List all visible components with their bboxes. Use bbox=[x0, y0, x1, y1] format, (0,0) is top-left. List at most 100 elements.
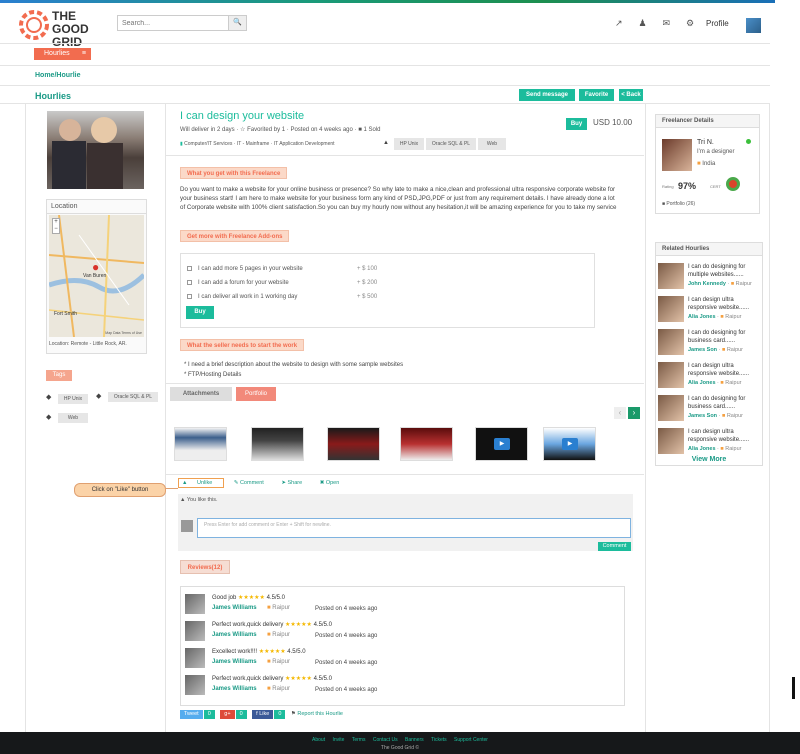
comment-button[interactable]: ✎ Comment bbox=[234, 480, 272, 486]
footer-link-support[interactable]: Support Center bbox=[454, 737, 488, 743]
share-button[interactable]: ➤ Share bbox=[281, 480, 310, 486]
addon-checkbox[interactable] bbox=[187, 294, 192, 299]
related-item-title[interactable]: I can do designing for multiple websites… bbox=[688, 263, 762, 279]
rating-label: Rating bbox=[662, 184, 674, 189]
tab-attachments[interactable]: Attachments bbox=[170, 387, 232, 401]
related-author-name[interactable]: Alia Jones bbox=[688, 314, 716, 320]
tag-item[interactable]: Web bbox=[58, 413, 88, 423]
skill-tab[interactable]: HP Unix bbox=[394, 138, 424, 150]
reviewer-name[interactable]: James Williams bbox=[212, 632, 257, 638]
freelancer-name[interactable]: Tri N. bbox=[697, 139, 714, 146]
portfolio-link[interactable]: ■ Portfolio (26) bbox=[662, 201, 695, 207]
footer-link-banners[interactable]: Banners bbox=[405, 737, 424, 743]
flag-icon: ■ bbox=[267, 686, 271, 692]
review-title: Perfect work,quick delivery bbox=[212, 676, 284, 682]
skill-tab[interactable]: Oracle SQL & PL bbox=[426, 138, 476, 150]
open-label: Open bbox=[325, 480, 340, 486]
addon-item[interactable]: I can deliver all work in 1 working day +… bbox=[187, 294, 377, 300]
tweet-button[interactable]: Tweet bbox=[180, 710, 203, 719]
send-message-button[interactable]: Send message bbox=[519, 89, 575, 101]
review-header: Perfect work,quick delivery ★★★★★ 4.5/5.… bbox=[212, 621, 332, 628]
related-item[interactable]: I can do designing for business card....… bbox=[658, 394, 762, 425]
portfolio-video-thumbnail[interactable]: ▶ bbox=[543, 427, 596, 461]
open-button[interactable]: ✖ Open bbox=[320, 480, 348, 486]
related-author-name[interactable]: James Son bbox=[688, 413, 717, 419]
profile-link[interactable]: Profile bbox=[706, 19, 729, 28]
footer-link-terms[interactable]: Terms bbox=[352, 737, 366, 743]
search-icon[interactable]: 🔍 bbox=[228, 16, 246, 30]
addon-checkbox[interactable] bbox=[187, 266, 192, 271]
subcategory2-link[interactable]: IT Application Development bbox=[274, 141, 335, 147]
mail-icon[interactable]: ✉ bbox=[663, 18, 671, 29]
related-item[interactable]: I can design ultra responsive website...… bbox=[658, 427, 762, 458]
portfolio-thumbnail[interactable] bbox=[174, 427, 227, 461]
external-link-icon[interactable]: ↗ bbox=[615, 18, 623, 29]
portfolio-thumbnail[interactable] bbox=[327, 427, 380, 461]
scrollbar-thumb[interactable] bbox=[792, 677, 795, 699]
related-location: · ■ Raipur bbox=[718, 413, 744, 419]
buy-button[interactable]: Buy bbox=[566, 118, 587, 130]
related-item[interactable]: I can design ultra responsive website...… bbox=[658, 295, 762, 326]
freelancer-avatar[interactable] bbox=[662, 139, 692, 171]
prev-arrow-icon[interactable]: ‹ bbox=[614, 407, 626, 419]
breadcrumb[interactable]: Home/Hourlie bbox=[35, 72, 81, 79]
category-link[interactable]: Computer/IT Services bbox=[184, 141, 232, 147]
related-item-title[interactable]: I can design ultra responsive website...… bbox=[688, 428, 762, 444]
footer-link-contact[interactable]: Contact Us bbox=[373, 737, 398, 743]
instruction-callout: Click on "Like" button bbox=[74, 483, 166, 497]
skill-tab[interactable]: Web bbox=[478, 138, 506, 150]
unlike-button[interactable]: ▲ Unlike bbox=[178, 478, 225, 488]
footer-link-invite[interactable]: Invite bbox=[333, 737, 345, 743]
reviewer-name[interactable]: James Williams bbox=[212, 686, 257, 692]
tab-portfolio[interactable]: Portfolio bbox=[236, 387, 276, 401]
hourlies-menu-button[interactable]: Hourlies ≡ bbox=[34, 48, 91, 60]
related-item[interactable]: I can do designing for business card....… bbox=[658, 328, 762, 359]
tag-item[interactable]: HP Unix bbox=[58, 394, 88, 404]
you-like-label: You like this. bbox=[186, 497, 218, 503]
related-item[interactable]: I can design ultra responsive website...… bbox=[658, 361, 762, 392]
subcategory-link[interactable]: IT - Mainframe bbox=[237, 141, 269, 147]
portfolio-video-thumbnail[interactable]: ▶ bbox=[475, 427, 528, 461]
reviews-title[interactable]: Reviews(12) bbox=[180, 560, 230, 574]
addons-buy-button[interactable]: Buy bbox=[186, 306, 214, 319]
gplus-button[interactable]: g+ bbox=[220, 710, 235, 719]
footer-link-about[interactable]: About bbox=[312, 737, 325, 743]
tag-item[interactable]: Oracle SQL & PL bbox=[108, 392, 158, 402]
related-author-name[interactable]: James Son bbox=[688, 347, 717, 353]
search-input[interactable] bbox=[118, 16, 230, 30]
reviewer-name[interactable]: James Williams bbox=[212, 605, 257, 611]
flag-icon: ■ bbox=[720, 446, 724, 452]
report-link[interactable]: Report this Hourlie bbox=[297, 711, 343, 717]
related-author-name[interactable]: John Kennedy bbox=[688, 281, 726, 287]
footer-link-tickets[interactable]: Tickets bbox=[431, 737, 447, 743]
back-button[interactable]: < Back bbox=[619, 89, 643, 101]
logo[interactable]: THE GOOD GRID bbox=[18, 9, 108, 49]
reviewer-name[interactable]: James Williams bbox=[212, 659, 257, 665]
comment-submit-button[interactable]: Comment bbox=[598, 542, 631, 551]
addon-item[interactable]: I can add a forum for your website + $ 20… bbox=[187, 280, 377, 286]
facebook-like-button[interactable]: f Like bbox=[252, 710, 274, 719]
freelancer-country: ■ India bbox=[697, 161, 715, 167]
related-item-title[interactable]: I can do designing for business card....… bbox=[688, 395, 762, 411]
map[interactable]: + − ● Van Buren Fort Smith Map Data Terms… bbox=[49, 215, 144, 337]
comment-input[interactable]: Press Enter for add comment or Enter + S… bbox=[197, 518, 631, 538]
addon-item[interactable]: I can add more 5 pages in your website + … bbox=[187, 266, 377, 272]
related-item-title[interactable]: I can do designing for business card....… bbox=[688, 329, 762, 345]
share-bar: Tweet 0 g+ 0 f Like 0 ⚑ Report this Hourlie bbox=[180, 710, 343, 719]
related-author-name[interactable]: Alia Jones bbox=[688, 380, 716, 386]
related-item-title[interactable]: I can design ultra responsive website...… bbox=[688, 362, 762, 378]
users-icon[interactable]: ♟ bbox=[639, 18, 647, 29]
related-author-name[interactable]: Alia Jones bbox=[688, 446, 716, 452]
view-more-link[interactable]: View More bbox=[656, 456, 762, 463]
reviewer-avatar bbox=[185, 648, 205, 668]
addon-checkbox[interactable] bbox=[187, 280, 192, 285]
portfolio-thumbnail[interactable] bbox=[251, 427, 304, 461]
bell-icon[interactable]: ⚙ bbox=[686, 18, 694, 29]
related-item-title[interactable]: I can design ultra responsive website...… bbox=[688, 296, 762, 312]
portfolio-thumbnail[interactable] bbox=[400, 427, 453, 461]
favorite-button[interactable]: Favorite bbox=[579, 89, 614, 101]
next-arrow-icon[interactable]: › bbox=[628, 407, 640, 419]
related-item[interactable]: I can do designing for multiple websites… bbox=[658, 262, 762, 293]
avatar[interactable] bbox=[746, 18, 761, 33]
map-zoom-control[interactable]: + − bbox=[52, 218, 60, 234]
